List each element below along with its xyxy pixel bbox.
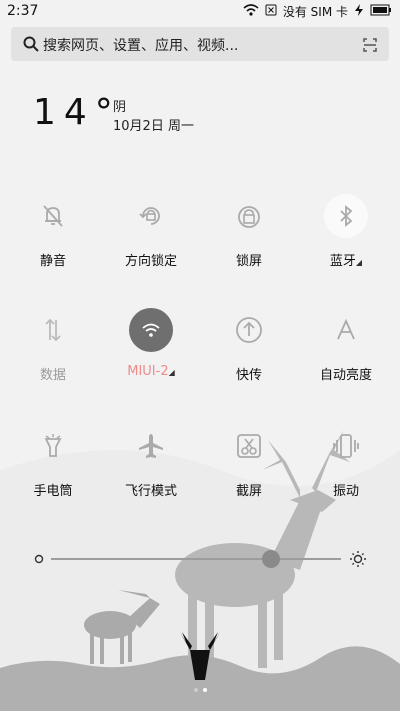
no-sim-icon (265, 4, 277, 19)
tile-flashlight[interactable]: 手电筒 (3, 426, 103, 526)
tile-screenshot[interactable]: 截屏 (199, 426, 299, 526)
tile-label: 锁屏 (235, 254, 262, 269)
rotation-lock-icon (131, 196, 171, 236)
brightness-high-icon (350, 551, 366, 567)
tile-lock-screen[interactable]: 锁屏 (199, 196, 299, 296)
tile-label: 快传 (235, 368, 262, 383)
brightness-slider[interactable] (33, 548, 373, 570)
tile-quick-transfer[interactable]: 快传 (199, 310, 299, 410)
tile-label: 蓝牙◢ (329, 254, 363, 269)
charging-icon (354, 4, 364, 19)
tile-bluetooth[interactable]: 蓝牙◢ (296, 194, 396, 296)
auto-brightness-icon (326, 310, 366, 350)
page-dot (194, 688, 198, 692)
tile-label: 手电筒 (33, 484, 73, 499)
search-bar[interactable]: 搜索网页、设置、应用、视频... (11, 27, 389, 61)
search-placeholder: 搜索网页、设置、应用、视频... (43, 38, 239, 54)
tile-label: 自动亮度 (319, 368, 372, 383)
airplane-icon (131, 426, 171, 466)
tile-label: 截屏 (235, 484, 262, 499)
tile-airplane-mode[interactable]: 飞行模式 (101, 426, 201, 526)
wifi-status-icon (243, 4, 259, 19)
brightness-track[interactable] (51, 558, 341, 560)
weather-temperature: 14° (33, 92, 121, 133)
weather-condition: 阴 (113, 100, 127, 115)
tile-rotation-lock[interactable]: 方向锁定 (101, 196, 201, 296)
scan-icon[interactable] (363, 37, 377, 56)
flashlight-icon (33, 426, 73, 466)
status-time: 2:37 (7, 3, 39, 19)
tile-mobile-data[interactable]: 数据 (3, 310, 103, 410)
sim-status-text: 没有 SIM 卡 (282, 5, 348, 19)
status-bar: 2:37 没有 SIM 卡 (0, 0, 400, 24)
bell-off-icon (33, 196, 73, 236)
wifi-icon (129, 308, 173, 352)
mobile-data-icon (33, 310, 73, 350)
tile-label: MIUI-2◢ (127, 364, 175, 379)
tile-label: 方向锁定 (124, 254, 177, 269)
tile-label: 飞行模式 (124, 484, 177, 499)
lock-icon (229, 196, 269, 236)
brightness-low-icon (34, 554, 44, 564)
battery-icon (370, 4, 392, 19)
transfer-icon (229, 310, 269, 350)
tile-vibrate[interactable]: 振动 (296, 426, 396, 526)
tile-label: 静音 (39, 254, 66, 269)
tile-label: 振动 (332, 484, 359, 499)
bluetooth-icon (324, 194, 368, 238)
tile-wifi[interactable]: MIUI-2◢ (101, 308, 201, 410)
tile-label: 数据 (39, 368, 66, 383)
tile-silent[interactable]: 静音 (3, 196, 103, 296)
brightness-knob[interactable] (262, 550, 281, 568)
page-dot-active (203, 688, 207, 692)
vibrate-icon (326, 426, 366, 466)
tile-auto-brightness[interactable]: 自动亮度 (296, 310, 396, 410)
screenshot-icon (229, 426, 269, 466)
search-icon (23, 36, 39, 56)
status-icons: 没有 SIM 卡 (243, 3, 392, 20)
weather-date: 10月2日 周一 (113, 119, 194, 134)
page-indicator (194, 688, 207, 692)
